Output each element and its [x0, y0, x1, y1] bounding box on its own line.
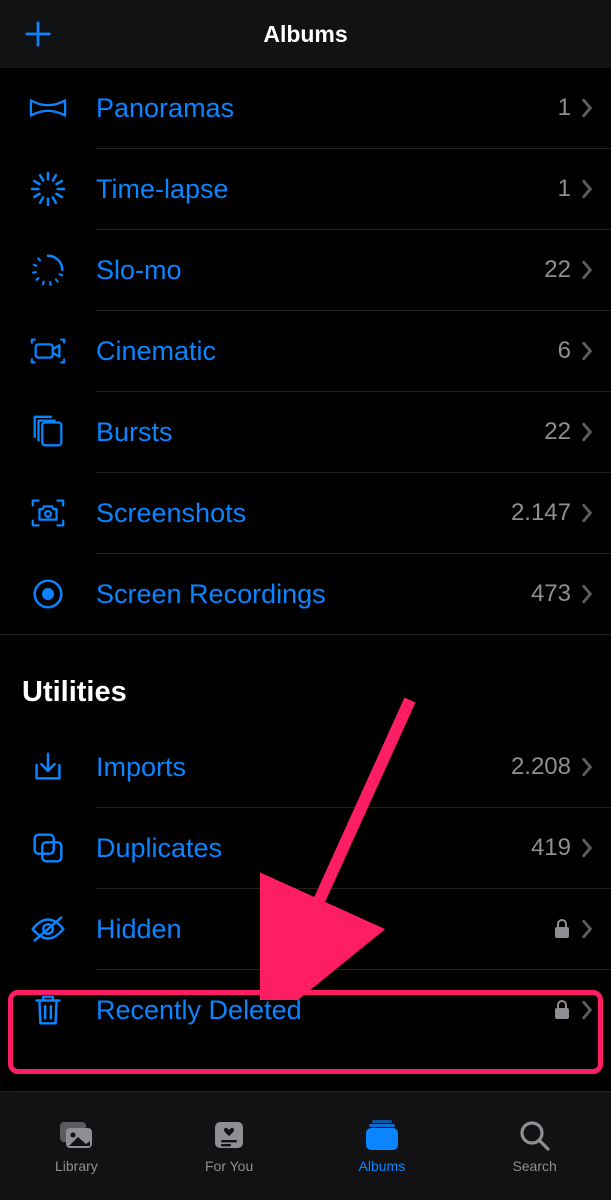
row-count: 1 [558, 94, 571, 122]
tab-label: Library [55, 1158, 98, 1174]
chevron-right-icon [581, 919, 593, 939]
chevron-right-icon [581, 179, 593, 199]
chevron-right-icon [581, 341, 593, 361]
hidden-icon [26, 907, 70, 951]
header-bar: Albums [0, 0, 611, 68]
library-icon [56, 1118, 96, 1152]
chevron-right-icon [581, 757, 593, 777]
row-timelapse[interactable]: Time-lapse 1 [96, 148, 611, 229]
chevron-right-icon [581, 584, 593, 604]
lock-icon [553, 999, 571, 1021]
imports-icon [26, 745, 70, 789]
plus-icon [23, 19, 53, 49]
chevron-right-icon [581, 503, 593, 523]
row-label: Panoramas [96, 93, 558, 124]
content-scroll[interactable]: Panoramas 1 [0, 68, 611, 1092]
tab-albums[interactable]: Albums [306, 1092, 459, 1200]
chevron-right-icon [581, 422, 593, 442]
row-bursts[interactable]: Bursts 22 [96, 391, 611, 472]
chevron-right-icon [581, 1000, 593, 1020]
chevron-right-icon [581, 838, 593, 858]
tab-label: Albums [359, 1158, 406, 1174]
row-label: Slo-mo [96, 255, 544, 286]
slomo-icon [26, 248, 70, 292]
row-panoramas[interactable]: Panoramas 1 [96, 68, 611, 148]
row-screenrecordings[interactable]: Screen Recordings 473 [96, 553, 611, 634]
row-cinematic[interactable]: Cinematic 6 [96, 310, 611, 391]
row-label: Hidden [96, 914, 553, 945]
bursts-icon [26, 410, 70, 454]
row-label: Screen Recordings [96, 579, 531, 610]
row-imports[interactable]: Imports 2.208 [96, 727, 611, 807]
row-count: 473 [531, 580, 571, 608]
tab-search[interactable]: Search [458, 1092, 611, 1200]
trash-icon [26, 988, 70, 1032]
lock-icon [553, 918, 571, 940]
row-count: 2.147 [511, 499, 571, 527]
screenrecordings-icon [26, 572, 70, 616]
chevron-right-icon [581, 260, 593, 280]
row-label: Duplicates [96, 833, 531, 864]
chevron-right-icon [581, 98, 593, 118]
row-count: 419 [531, 834, 571, 862]
timelapse-icon [26, 167, 70, 211]
tab-foryou[interactable]: For You [153, 1092, 306, 1200]
row-label: Bursts [96, 417, 544, 448]
row-hidden[interactable]: Hidden [96, 888, 611, 969]
row-count: 22 [544, 418, 571, 446]
row-screenshots[interactable]: Screenshots 2.147 [96, 472, 611, 553]
search-icon [515, 1118, 555, 1152]
row-slomo[interactable]: Slo-mo 22 [96, 229, 611, 310]
row-count: 6 [558, 337, 571, 365]
row-count: 2.208 [511, 753, 571, 781]
duplicates-icon [26, 826, 70, 870]
row-label: Imports [96, 752, 511, 783]
tab-bar: Library For You Albums Search [0, 1091, 611, 1200]
row-recently-deleted[interactable]: Recently Deleted [96, 969, 611, 1050]
foryou-icon [209, 1118, 249, 1152]
row-label: Screenshots [96, 498, 511, 529]
row-count: 22 [544, 256, 571, 284]
screenshots-icon [26, 491, 70, 535]
section-title-utilities: Utilities [0, 634, 611, 727]
page-title: Albums [263, 21, 347, 48]
row-label: Time-lapse [96, 174, 558, 205]
cinematic-icon [26, 329, 70, 373]
tab-library[interactable]: Library [0, 1092, 153, 1200]
row-duplicates[interactable]: Duplicates 419 [96, 807, 611, 888]
tab-label: Search [512, 1158, 556, 1174]
albums-icon [362, 1118, 402, 1152]
add-button[interactable] [18, 14, 58, 54]
row-label: Cinematic [96, 336, 558, 367]
row-count: 1 [558, 175, 571, 203]
panoramas-icon [26, 86, 70, 130]
row-label: Recently Deleted [96, 995, 553, 1026]
tab-label: For You [205, 1158, 253, 1174]
